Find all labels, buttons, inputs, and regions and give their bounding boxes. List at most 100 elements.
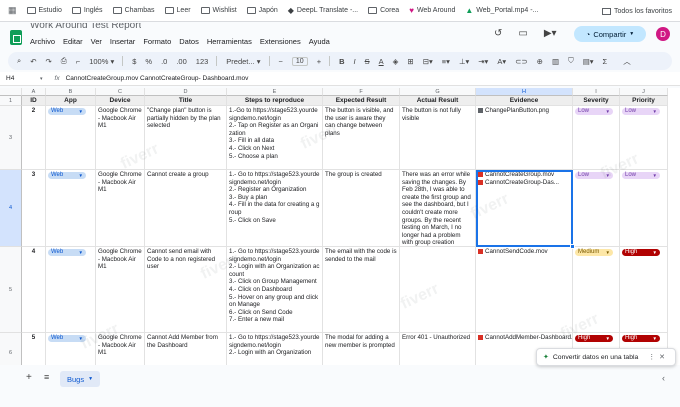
cell-priority[interactable]: Low ▼: [620, 170, 668, 247]
filter-views-icon[interactable]: ▤▾: [583, 57, 594, 66]
evidence-file-name[interactable]: CannotAddMember-Dashboard.mov: [485, 334, 572, 342]
formula-input[interactable]: CannotCreateGroup.mov CannotCreateGroup-…: [66, 75, 249, 82]
cell-title[interactable]: Cannot create a group: [145, 170, 227, 247]
more-options-icon[interactable]: ⋮: [648, 353, 655, 361]
row-number[interactable]: 4: [0, 170, 22, 247]
bookmark-item[interactable]: ▲ Web_Portal.mp4 -...: [465, 6, 538, 15]
name-box[interactable]: H4: [0, 75, 40, 82]
chart-icon[interactable]: ▥: [552, 57, 559, 66]
cell-device[interactable]: Google Chrome - Macbook Air M1: [96, 247, 145, 333]
all-bookmarks[interactable]: Todos los favoritos: [602, 0, 672, 22]
print-icon[interactable]: ⎙: [61, 56, 67, 66]
cell-id[interactable]: 2: [22, 106, 46, 170]
fill-color-icon[interactable]: ◈: [393, 57, 399, 66]
paint-format-icon[interactable]: ⌐: [76, 57, 80, 66]
column-header-i[interactable]: I: [573, 88, 620, 96]
severity-chip[interactable]: High ▼: [575, 335, 613, 343]
borders-icon[interactable]: ⊞: [407, 57, 413, 66]
cell-severity[interactable]: Low ▼: [573, 170, 620, 247]
column-header-h[interactable]: H: [476, 88, 573, 96]
percent-format-button[interactable]: %: [145, 57, 152, 66]
column-header-c[interactable]: C: [96, 88, 145, 96]
currency-format-button[interactable]: $: [132, 57, 136, 66]
font-select[interactable]: Predet... ▾: [226, 57, 260, 66]
filter-icon[interactable]: ⛉: [568, 56, 574, 66]
bookmark-item[interactable]: Chambas: [112, 6, 155, 15]
merge-cells-icon[interactable]: ⊟▾: [423, 57, 433, 66]
bookmark-item[interactable]: Corea: [368, 6, 399, 15]
strikethrough-icon[interactable]: S: [365, 57, 370, 66]
zoom-select[interactable]: 100% ▾: [89, 57, 114, 66]
number-format-button[interactable]: 123: [196, 57, 209, 66]
select-all-corner[interactable]: [0, 88, 22, 96]
add-sheet-button[interactable]: +: [26, 372, 32, 383]
evidence-file-name[interactable]: CannotCreateGroup-Das...: [485, 179, 559, 187]
row-number[interactable]: 3: [0, 106, 22, 170]
cell-evidence[interactable]: CannotSendCode.mov: [476, 247, 573, 333]
history-icon[interactable]: ↺: [494, 28, 502, 39]
chevron-left-icon[interactable]: ‹: [662, 373, 665, 383]
link-icon[interactable]: ⊂⊃: [515, 57, 528, 66]
header-actual[interactable]: Actual Result: [400, 96, 476, 106]
search-icon[interactable]: ⌕: [17, 56, 21, 66]
menu-item-extensiones[interactable]: Extensiones: [260, 37, 301, 46]
cell-device[interactable]: Google Chrome - Macbook Air M1: [96, 333, 145, 365]
all-sheets-icon[interactable]: ≡: [44, 372, 49, 382]
menu-item-formato[interactable]: Formato: [143, 37, 171, 46]
menu-item-archivo[interactable]: Archivo: [30, 37, 55, 46]
font-size-decrease-button[interactable]: −: [279, 57, 283, 66]
undo-icon[interactable]: ↶: [30, 57, 36, 66]
app-chip[interactable]: Web ▼: [48, 335, 86, 343]
close-icon[interactable]: ✕: [659, 353, 665, 361]
menu-item-editar[interactable]: Editar: [63, 37, 83, 46]
menu-item-datos[interactable]: Datos: [179, 37, 199, 46]
insert-comment-icon[interactable]: ⊕: [537, 57, 543, 66]
cell-actual[interactable]: There was an error while saving the chan…: [400, 170, 476, 247]
header-device[interactable]: Device: [96, 96, 145, 106]
column-header-a[interactable]: A: [22, 88, 46, 96]
severity-chip[interactable]: Low ▼: [575, 172, 613, 180]
header-priority[interactable]: Priority: [620, 96, 668, 106]
cell-expected[interactable]: The group is created: [323, 170, 400, 247]
evidence-file[interactable]: CannotAddMember-Dashboard.mov: [478, 334, 572, 342]
cell-actual[interactable]: The button is not fully visible: [400, 106, 476, 170]
cell-device[interactable]: Google Chrome - Macbook Air M1: [96, 106, 145, 170]
bookmark-item[interactable]: Inglés: [71, 6, 103, 15]
menu-item-herramientas[interactable]: Herramientas: [207, 37, 252, 46]
app-chip[interactable]: Web ▼: [48, 249, 86, 257]
bookmark-item[interactable]: Estudio: [26, 6, 62, 15]
decrease-decimal-button[interactable]: .0: [161, 57, 167, 66]
convert-to-table-toast[interactable]: ✦ Convertir datos en una tabla ⋮ ✕: [536, 348, 676, 366]
header-id[interactable]: ID: [22, 96, 46, 106]
bookmark-item[interactable]: Japón: [246, 6, 278, 15]
header-steps[interactable]: Steps to reproduce: [227, 96, 323, 106]
increase-decimal-button[interactable]: .00: [176, 57, 186, 66]
evidence-file[interactable]: ChangePlanButton.png: [478, 107, 570, 115]
column-header-d[interactable]: D: [145, 88, 227, 96]
wrap-icon[interactable]: ⇥▾: [478, 57, 488, 66]
evidence-file-name[interactable]: ChangePlanButton.png: [485, 107, 549, 115]
cell-evidence[interactable]: ChangePlanButton.png: [476, 106, 573, 170]
sheets-logo-icon[interactable]: [10, 30, 22, 45]
bookmark-item[interactable]: Leer: [164, 6, 191, 15]
column-header-e[interactable]: E: [227, 88, 323, 96]
header-app[interactable]: App: [46, 96, 96, 106]
cell-app[interactable]: Web ▼: [46, 333, 96, 365]
redo-icon[interactable]: ↷: [46, 57, 52, 66]
priority-chip[interactable]: High ▼: [622, 249, 660, 257]
column-header-f[interactable]: F: [323, 88, 400, 96]
cell-device[interactable]: Google Chrome - Macbook Air M1: [96, 170, 145, 247]
cell-app[interactable]: Web ▼: [46, 106, 96, 170]
evidence-file[interactable]: CannotCreateGroup-Das...: [478, 179, 570, 187]
evidence-file-name[interactable]: CannotSendCode.mov: [485, 248, 548, 256]
menu-item-ver[interactable]: Ver: [91, 37, 102, 46]
column-header-j[interactable]: J: [620, 88, 668, 96]
cell-steps[interactable]: 1.-Go to https://stage523.yourdesigndemo…: [227, 106, 323, 170]
cell-steps[interactable]: 1.- Go to https://stage523.yourdesigndem…: [227, 333, 323, 365]
row-number[interactable]: 5: [0, 247, 22, 333]
evidence-file[interactable]: CannotSendCode.mov: [478, 248, 570, 256]
cell-severity[interactable]: Medium ▼: [573, 247, 620, 333]
cell-actual[interactable]: [400, 247, 476, 333]
font-size-input[interactable]: 10: [291, 56, 308, 66]
row-number[interactable]: 6: [0, 333, 22, 365]
